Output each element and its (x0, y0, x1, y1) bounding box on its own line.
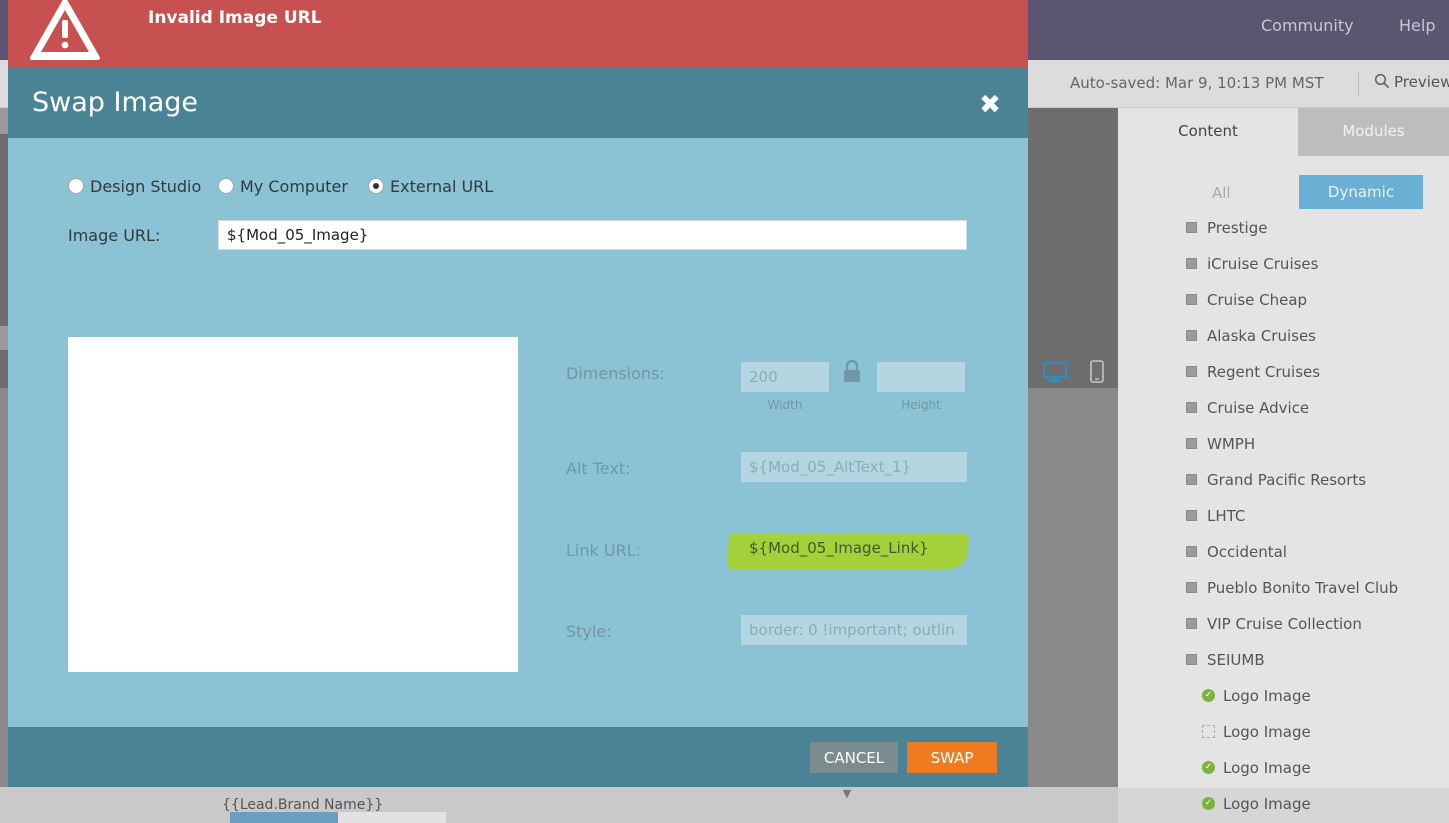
preview-label: Preview (1394, 73, 1449, 91)
warning-icon (30, 0, 100, 60)
list-item[interactable]: Prestige (1186, 219, 1267, 237)
device-toggle (1040, 356, 1118, 388)
square-icon (1186, 618, 1197, 629)
link-url-value[interactable]: ${Mod_05_Image_Link} (749, 539, 929, 557)
bottom-tab-active[interactable] (230, 812, 338, 823)
filter-dynamic[interactable]: Dynamic (1299, 175, 1423, 209)
list-item[interactable]: Pueblo Bonito Travel Club (1186, 579, 1398, 597)
search-icon (1374, 73, 1390, 89)
square-icon (1186, 258, 1197, 269)
empty-check-icon (1202, 725, 1215, 738)
list-item[interactable]: Regent Cruises (1186, 363, 1320, 381)
nav-help[interactable]: Help (1399, 16, 1435, 35)
image-url-label: Image URL: (68, 226, 161, 245)
check-circle-icon: ✓ (1202, 689, 1215, 702)
radio-circle-icon (68, 177, 84, 194)
dialog-footer: CANCEL SWAP (8, 727, 1028, 787)
list-item[interactable]: Grand Pacific Resorts (1186, 471, 1366, 489)
desktop-icon[interactable] (1042, 360, 1068, 384)
square-icon (1186, 402, 1197, 413)
square-icon (1186, 294, 1197, 305)
height-input[interactable] (877, 362, 965, 392)
mobile-icon[interactable] (1088, 360, 1106, 384)
radio-external-url[interactable]: External URL (368, 177, 493, 196)
right-panel (1118, 108, 1449, 823)
list-item[interactable]: Cruise Advice (1186, 399, 1309, 417)
width-caption: Width (767, 398, 803, 412)
left-edge-strip (0, 326, 8, 350)
image-url-input[interactable] (218, 220, 967, 250)
check-circle-icon: ✓ (1202, 761, 1215, 774)
close-icon[interactable]: ✖ (976, 91, 1004, 119)
square-icon (1186, 366, 1197, 377)
style-label: Style: (566, 622, 612, 641)
list-item[interactable]: VIP Cruise Collection (1186, 615, 1362, 633)
list-item[interactable]: LHTC (1186, 507, 1245, 525)
square-icon (1186, 438, 1197, 449)
list-item[interactable]: Alaska Cruises (1186, 327, 1316, 345)
dialog-title: Swap Image (32, 87, 199, 118)
error-title: Invalid Image URL (148, 8, 322, 28)
height-caption: Height (901, 398, 941, 412)
filter-all[interactable]: All (1212, 184, 1231, 202)
swap-image-dialog: Swap Image ✖ Design Studio My Computer E… (8, 67, 1028, 787)
chevron-down-icon[interactable]: ▼ (836, 787, 858, 803)
image-preview (68, 337, 518, 672)
left-edge-strip (0, 108, 8, 134)
list-item[interactable]: SEIUMB (1186, 651, 1265, 669)
tab-modules[interactable]: Modules (1298, 108, 1449, 156)
bottom-tab[interactable] (338, 812, 446, 823)
tab-content[interactable]: Content (1118, 108, 1298, 156)
radio-design-studio[interactable]: Design Studio (68, 177, 201, 196)
radio-circle-icon (218, 177, 234, 194)
style-input[interactable] (741, 615, 967, 645)
list-item[interactable]: Occidental (1186, 543, 1287, 561)
dimensions-label: Dimensions: (566, 364, 665, 383)
link-url-label: Link URL: (566, 541, 641, 560)
list-item[interactable]: iCruise Cruises (1186, 255, 1318, 273)
preview-button[interactable]: Preview (1374, 73, 1449, 91)
radio-my-computer[interactable]: My Computer (218, 177, 348, 196)
square-icon (1186, 222, 1197, 233)
square-icon (1186, 654, 1197, 665)
list-item[interactable]: WMPH (1186, 435, 1255, 453)
swap-button[interactable]: SWAP (907, 742, 997, 773)
list-sub-item[interactable]: Logo Image (1202, 723, 1311, 741)
check-circle-icon: ✓ (1202, 797, 1215, 810)
square-icon (1186, 582, 1197, 593)
cancel-button[interactable]: CANCEL (810, 742, 898, 773)
error-banner: Invalid Image URL (8, 0, 1028, 67)
list-sub-item[interactable]: ✓ Logo Image (1202, 759, 1311, 777)
alt-text-input[interactable] (741, 452, 967, 482)
width-input[interactable] (741, 362, 829, 392)
dialog-header: Swap Image ✖ (8, 67, 1028, 138)
toolbar-divider (1358, 72, 1359, 96)
square-icon (1186, 510, 1197, 521)
list-sub-item[interactable]: ✓ Logo Image (1202, 687, 1311, 705)
alt-text-label: Alt Text: (566, 459, 631, 478)
nav-community[interactable]: Community (1261, 16, 1354, 35)
square-icon (1186, 546, 1197, 557)
autosaved-status: Auto-saved: Mar 9, 10:13 PM MST (1070, 74, 1324, 92)
radio-selected-icon (368, 177, 384, 194)
square-icon (1186, 330, 1197, 341)
list-item[interactable]: Cruise Cheap (1186, 291, 1307, 309)
square-icon (1186, 474, 1197, 485)
lead-brand-token: {{Lead.Brand Name}} (222, 797, 384, 813)
lock-icon[interactable] (842, 359, 862, 383)
list-sub-item[interactable]: ✓ Logo Image (1202, 795, 1311, 813)
canvas-bottom-bar (0, 787, 1118, 823)
